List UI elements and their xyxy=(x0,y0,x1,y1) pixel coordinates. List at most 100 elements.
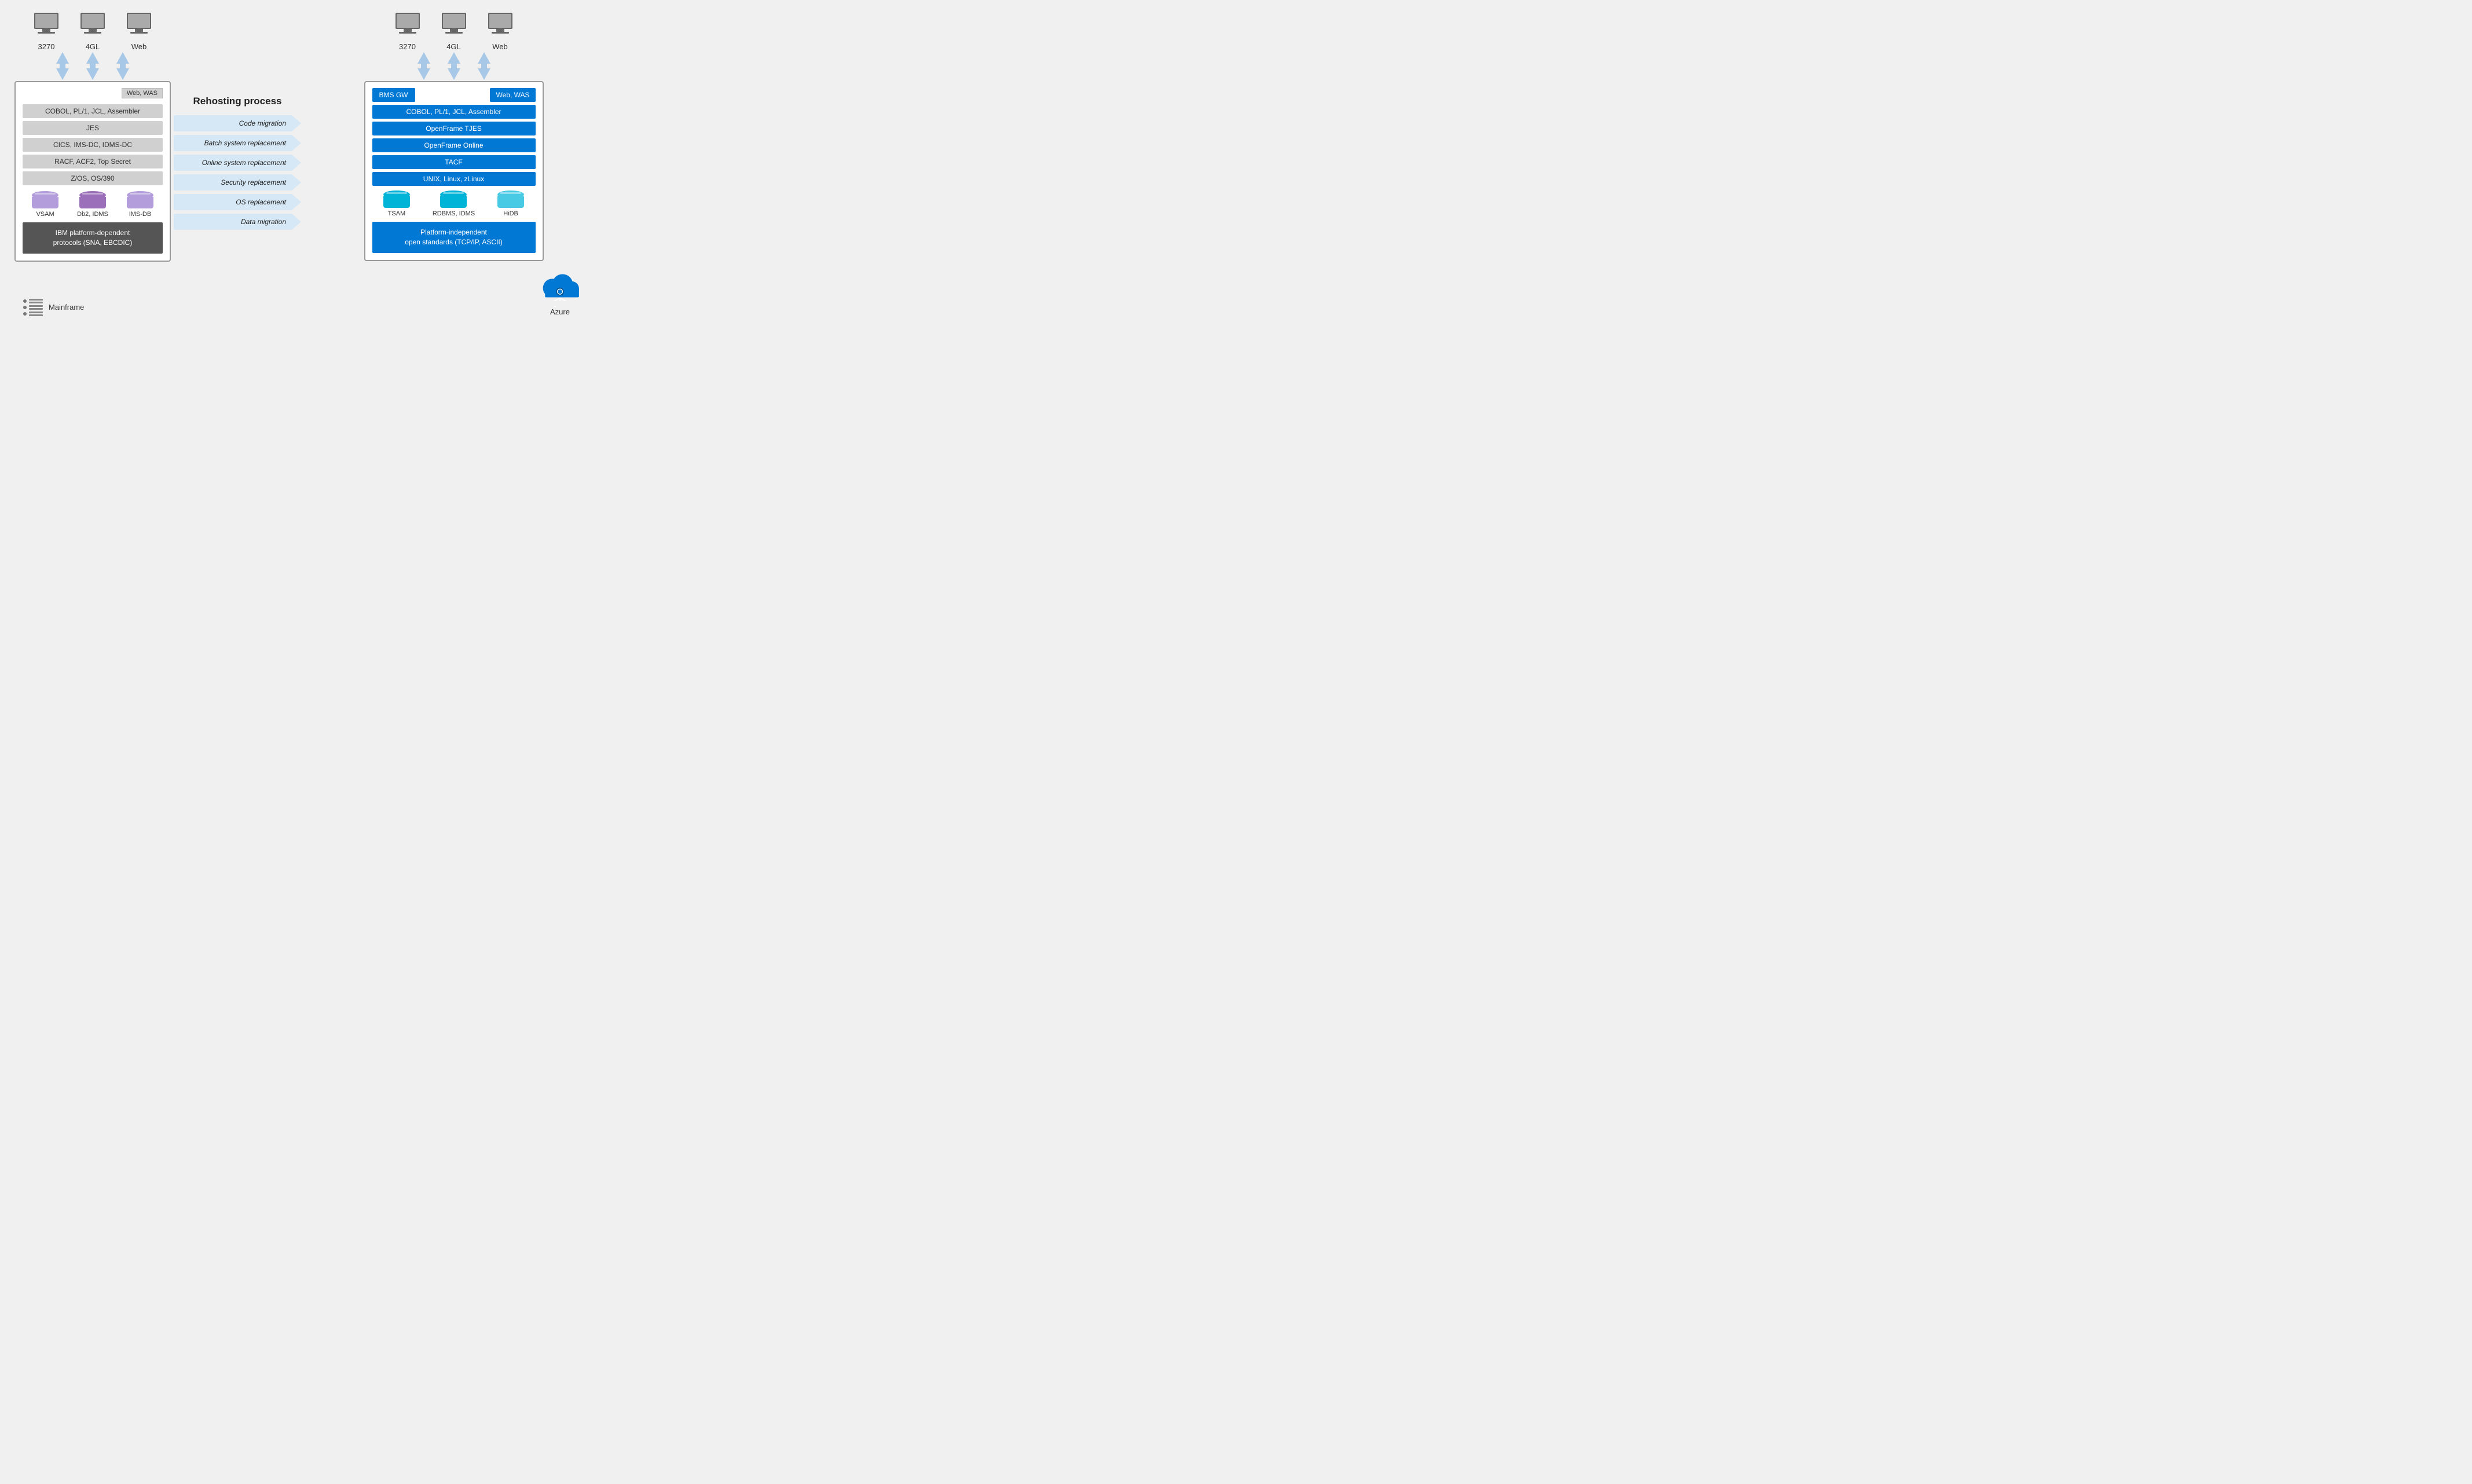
top-row: 3270 4GL xyxy=(12,12,606,262)
hidb-disk-icon xyxy=(497,190,524,208)
arrow-stem xyxy=(451,64,457,68)
left-arrow-3 xyxy=(116,52,129,80)
right-terminal-3270-label: 3270 xyxy=(399,42,416,51)
right-section: 3270 4GL xyxy=(301,12,606,261)
server-lines xyxy=(29,299,43,303)
left-db-vsam: VSAM xyxy=(32,191,58,218)
imsdb-label: IMS-DB xyxy=(129,211,152,218)
azure-cloud-icon xyxy=(537,270,583,304)
arrow-stem xyxy=(421,64,427,68)
right-row-tjes: OpenFrame TJES xyxy=(372,122,536,135)
step-label-os: OS replacement xyxy=(174,194,292,210)
step-os: OS replacement xyxy=(174,194,301,210)
terminal-3270-label: 3270 xyxy=(38,42,55,51)
db2-disk-icon xyxy=(79,191,106,208)
server-line xyxy=(29,314,43,316)
process-steps: Code migration Batch system replacement … xyxy=(174,115,301,230)
mainframe-label: Mainframe xyxy=(49,303,84,312)
right-row-tacf: TACF xyxy=(372,155,536,169)
left-web-was-tag: Web, WAS xyxy=(122,88,163,98)
server-line xyxy=(29,312,43,313)
left-row-jes: JES xyxy=(23,121,163,135)
db2-label: Db2, IDMS xyxy=(77,211,108,218)
step-arrow-security xyxy=(292,174,301,190)
arrow-up-icon xyxy=(86,52,99,64)
arrow-stem xyxy=(481,64,487,68)
disk-top xyxy=(383,190,410,199)
left-arrow-2 xyxy=(86,52,99,80)
arrow-stem xyxy=(60,64,65,68)
left-db-db2: Db2, IDMS xyxy=(77,191,108,218)
rdbms-disk-icon xyxy=(440,190,467,208)
left-db-imsdb: IMS-DB xyxy=(127,191,153,218)
arrow-up-icon xyxy=(448,52,460,64)
monitor-icon-3270 xyxy=(32,12,61,40)
right-terminal-web-label: Web xyxy=(492,42,508,51)
step-batch: Batch system replacement xyxy=(174,135,301,151)
arrow-down-icon xyxy=(56,68,69,80)
server-dot xyxy=(23,299,27,303)
right-monitor-icon-3270 xyxy=(393,12,422,40)
right-db-row: TSAM RDBMS, IDMS HiD xyxy=(372,190,536,217)
right-web-was-bar: Web, WAS xyxy=(490,88,535,102)
server-line xyxy=(29,299,43,301)
monitor-icon-4gl xyxy=(78,12,107,40)
server-lines xyxy=(29,312,43,316)
disk-top xyxy=(79,191,106,199)
azure-label: Azure xyxy=(550,307,570,316)
right-terminal-3270: 3270 xyxy=(393,12,422,51)
left-terminals-row: 3270 4GL xyxy=(12,12,174,51)
terminal-web: Web xyxy=(124,12,153,51)
arrow-down-icon xyxy=(448,68,460,80)
right-arrow-2 xyxy=(448,52,460,80)
server-line xyxy=(29,308,43,310)
imsdb-disk-icon xyxy=(127,191,153,208)
right-db-rdbms: RDBMS, IDMS xyxy=(433,190,475,217)
azure-section: Azure xyxy=(537,270,583,316)
arrow-up-icon xyxy=(418,52,430,64)
mainframe-section: Mainframe xyxy=(23,299,84,316)
left-protocols: IBM platform-dependent protocols (SNA, E… xyxy=(23,222,163,254)
left-row-cobol: COBOL, PL/1, JCL, Assembler xyxy=(23,104,163,118)
left-row-racf: RACF, ACF2, Top Secret xyxy=(23,155,163,168)
rdbms-label: RDBMS, IDMS xyxy=(433,210,475,217)
server-unit-2 xyxy=(23,305,43,310)
step-label-batch: Batch system replacement xyxy=(174,135,292,151)
right-row-cobol: COBOL, PL/1, JCL, Assembler xyxy=(372,105,536,119)
right-monitor-icon-web xyxy=(486,12,515,40)
arrow-down-icon xyxy=(116,68,129,80)
arrow-down-icon xyxy=(478,68,490,80)
step-label-online: Online system replacement xyxy=(174,155,292,171)
bms-gw-bar: BMS GW xyxy=(372,88,415,102)
server-line xyxy=(29,305,43,307)
terminal-4gl: 4GL xyxy=(78,12,107,51)
right-protocols: Platform-independent open standards (TCP… xyxy=(372,222,536,253)
step-security: Security replacement xyxy=(174,174,301,190)
left-section: 3270 4GL xyxy=(12,12,174,262)
right-terminals-row: 3270 4GL xyxy=(301,12,606,51)
step-arrow-code-migration xyxy=(292,115,301,131)
arrow-stem xyxy=(90,64,96,68)
step-arrow-data xyxy=(292,214,301,230)
left-row-zos: Z/OS, OS/390 xyxy=(23,171,163,185)
hidb-label: HiDB xyxy=(503,210,518,217)
arrow-stem xyxy=(120,64,126,68)
right-arrow-3 xyxy=(478,52,490,80)
step-data: Data migration xyxy=(174,214,301,230)
disk-top xyxy=(497,190,524,199)
step-label-security: Security replacement xyxy=(174,174,292,190)
right-db-tsam: TSAM xyxy=(383,190,410,217)
arrow-down-icon xyxy=(418,68,430,80)
server-dot xyxy=(23,312,27,316)
server-unit-3 xyxy=(23,312,43,316)
right-row-unix: UNIX, Linux, zLinux xyxy=(372,172,536,186)
right-arrows-row xyxy=(301,52,606,80)
arrow-up-icon xyxy=(116,52,129,64)
server-lines xyxy=(29,305,43,310)
right-terminal-4gl: 4GL xyxy=(440,12,468,51)
arrow-up-icon xyxy=(56,52,69,64)
bottom-row: Mainframe Azure xyxy=(12,270,606,316)
right-top-row: BMS GW Web, WAS xyxy=(372,88,536,102)
vsam-disk-icon xyxy=(32,191,58,208)
right-db-hidb: HiDB xyxy=(497,190,524,217)
